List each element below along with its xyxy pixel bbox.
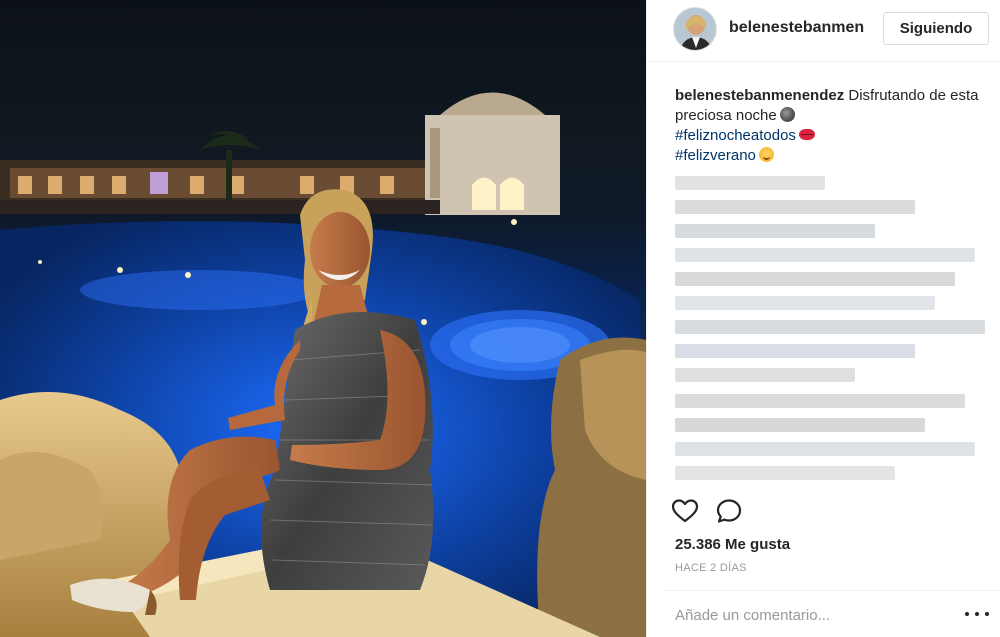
post-header: belenestebanmenendez Siguiendo [647,0,1000,62]
following-button[interactable]: Siguiendo [883,12,989,45]
dot [975,612,979,616]
post-actions [671,497,1000,527]
hashtag-felizverano[interactable]: #felizverano [675,147,756,164]
hashtag-feliznocheatodos[interactable]: #feliznocheatodos [675,127,796,144]
post-photo[interactable] [0,0,646,637]
comment-bubble-icon[interactable] [715,497,745,527]
avatar-image [674,8,716,50]
comment-input[interactable] [675,601,945,629]
comment-bar [665,590,1000,637]
dot [965,612,969,616]
post-caption: belenestebanmenendez Disfrutando de esta… [675,86,991,166]
like-heart-icon[interactable] [671,497,701,527]
dot [985,612,989,616]
post-photo-scene [0,92,646,637]
like-count[interactable]: 25.386 Me gusta [675,536,790,553]
post-side-panel: belenestebanmenendez Siguiendo beleneste… [646,0,1000,637]
post-timestamp[interactable]: HACE 2 DÍAS [675,562,747,574]
more-options-icon[interactable] [965,607,989,621]
redacted-comments [675,172,989,488]
lips-emoji-icon [798,129,815,140]
smiling-face-emoji-icon [758,147,774,162]
post-author-username[interactable]: belenestebanmenendez [729,19,864,37]
new-moon-emoji-icon [779,107,795,122]
avatar[interactable] [673,7,717,51]
caption-username[interactable]: belenestebanmenendez [675,87,844,104]
